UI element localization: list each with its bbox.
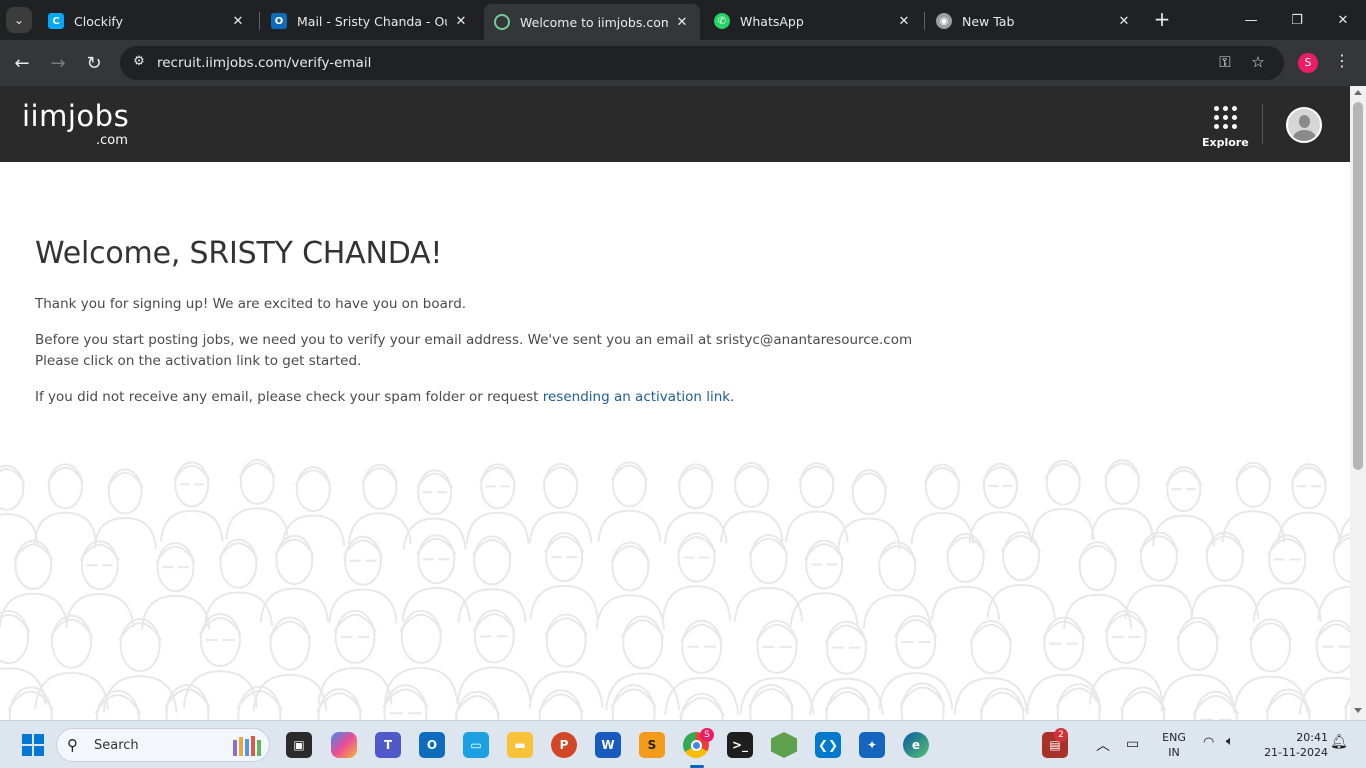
user-icon (1299, 115, 1310, 128)
wifi-icon[interactable]: ◠ (1203, 735, 1214, 750)
monitor-icon[interactable]: ▭ (463, 732, 489, 758)
outlook-icon: O (271, 13, 287, 29)
close-window-button[interactable]: ✕ (1320, 0, 1366, 40)
outlook-icon[interactable]: O (419, 732, 445, 758)
key-icon[interactable]: ⚿ (1214, 53, 1236, 75)
restore-icon: ❐ (1291, 12, 1303, 28)
new-tab-button[interactable]: + (1150, 8, 1174, 32)
site-info-icon[interactable]: ⚙ (130, 54, 148, 72)
back-button[interactable]: ← (9, 50, 35, 76)
profile-avatar[interactable]: S (1298, 53, 1318, 73)
reload-icon: ↻ (86, 52, 102, 74)
verify-email-content: Welcome, SRISTY CHANDA! Thank you for si… (35, 236, 935, 423)
clock[interactable]: 20:41 21-11-2024 (1256, 730, 1328, 760)
star-icon[interactable]: ☆ (1247, 53, 1269, 75)
powerpoint-icon[interactable]: P (551, 732, 577, 758)
language-indicator[interactable]: ENG IN (1158, 730, 1190, 760)
tab-divider (924, 12, 925, 30)
restore-button[interactable]: ❐ (1274, 0, 1320, 40)
scroll-thumb[interactable] (1353, 102, 1363, 470)
resend-text: If you did not receive any email, please… (35, 389, 735, 405)
clockify-icon: C (48, 13, 64, 29)
battery-icon[interactable]: ▭ (1126, 736, 1139, 752)
vpn-icon[interactable]: ✦ (859, 732, 885, 758)
whatsapp-icon: ✆ (714, 13, 730, 29)
chrome-icon: ◉ (936, 13, 952, 29)
tab-strip: ⌄ C Clockify ✕ O Mail - Sristy Chanda - … (0, 0, 1366, 40)
thank-you-text: Thank you for signing up! We are excited… (35, 296, 467, 312)
notification-bell-icon[interactable]: 🔔︎ (1330, 734, 1348, 750)
task-view-icon[interactable]: ▣ (286, 732, 312, 758)
grid-dots-icon (1213, 106, 1237, 129)
tab-outlook[interactable]: O Mail - Sristy Chanda - Outlook ✕ (261, 6, 479, 36)
header-divider (1262, 104, 1263, 144)
page-scrollbar[interactable] (1350, 86, 1366, 720)
minimize-button[interactable]: — (1228, 0, 1274, 40)
reload-button[interactable]: ↻ (81, 50, 107, 76)
tab-divider (259, 12, 260, 30)
scroll-down-arrow-icon[interactable] (1354, 708, 1362, 713)
search-highlight-icon (233, 736, 261, 756)
copilot-icon[interactable] (331, 732, 357, 758)
page-viewport: iimjobs .com Explore Welcome, SRISTY CHA… (0, 86, 1350, 720)
file-explorer-icon[interactable]: ▬ (507, 732, 533, 758)
nodejs-icon[interactable] (771, 732, 797, 758)
sublime-text-icon[interactable]: S (639, 732, 665, 758)
windows-taskbar: ⚲ Search ▣ T O ▭ ▬ P W S S >_ ❮❯ ✦ e ▤ 2… (0, 720, 1366, 768)
close-icon[interactable]: ✕ (230, 14, 246, 29)
close-icon[interactable]: ✕ (896, 14, 912, 29)
browser-toolbar: ← → ↻ ⚙ recruit.iimjobs.com/verify-email… (0, 40, 1366, 86)
tab-clockify[interactable]: C Clockify ✕ (38, 6, 256, 36)
close-icon[interactable]: ✕ (1116, 14, 1132, 29)
arrow-left-icon: ← (14, 52, 30, 74)
arrow-right-icon: → (50, 52, 66, 74)
resend-activation-link[interactable]: resending an activation link (543, 389, 730, 405)
forward-button[interactable]: → (45, 50, 71, 76)
verify-instructions: Before you start posting jobs, we need y… (35, 332, 913, 369)
scroll-up-arrow-icon[interactable] (1354, 90, 1362, 95)
volume-icon[interactable]: 🔈︎ (1226, 734, 1234, 749)
vscode-icon[interactable]: ❮❯ (815, 732, 841, 758)
user-avatar[interactable] (1286, 107, 1322, 143)
crowd-illustration (0, 458, 1350, 720)
explore-button[interactable]: Explore (1202, 106, 1249, 149)
search-icon: ⚲ (67, 736, 78, 754)
edge-icon[interactable]: e (903, 732, 929, 758)
teams-icon[interactable]: T (375, 732, 401, 758)
iimjobs-favicon (494, 14, 510, 30)
close-icon[interactable]: ✕ (674, 15, 690, 30)
terminal-icon[interactable]: >_ (727, 732, 753, 758)
tab-whatsapp[interactable]: ✆ WhatsApp ✕ (704, 6, 922, 36)
tab-new-tab[interactable]: ◉ New Tab ✕ (926, 6, 1142, 36)
tab-search-button[interactable]: ⌄ (6, 7, 32, 33)
windows-start-icon[interactable] (20, 732, 46, 758)
tab-iimjobs[interactable]: Welcome to iimjobs.com ✕ (484, 4, 700, 40)
url-text[interactable]: recruit.iimjobs.com/verify-email (157, 55, 371, 71)
show-hidden-icons-chevron-up-icon[interactable]: ︿ (1096, 735, 1110, 755)
plus-icon: + (1153, 7, 1171, 31)
menu-kebab-icon[interactable]: ⋮ (1334, 51, 1350, 75)
iimjobs-logo[interactable]: iimjobs .com (22, 100, 129, 148)
close-icon[interactable]: ✕ (453, 14, 469, 29)
page-title: Welcome, SRISTY CHANDA! (35, 236, 443, 271)
address-bar[interactable]: ⚙ recruit.iimjobs.com/verify-email ⚿ ☆ (120, 46, 1284, 80)
notification-count-badge: 2 (1054, 728, 1068, 742)
chrome-profile-badge: S (700, 728, 714, 742)
site-header: iimjobs .com Explore (0, 86, 1350, 162)
chevron-down-icon: ⌄ (13, 13, 25, 27)
taskbar-search[interactable]: ⚲ Search (56, 728, 270, 762)
word-icon[interactable]: W (595, 732, 621, 758)
minimize-icon: — (1244, 12, 1258, 28)
close-icon: ✕ (1337, 12, 1349, 28)
